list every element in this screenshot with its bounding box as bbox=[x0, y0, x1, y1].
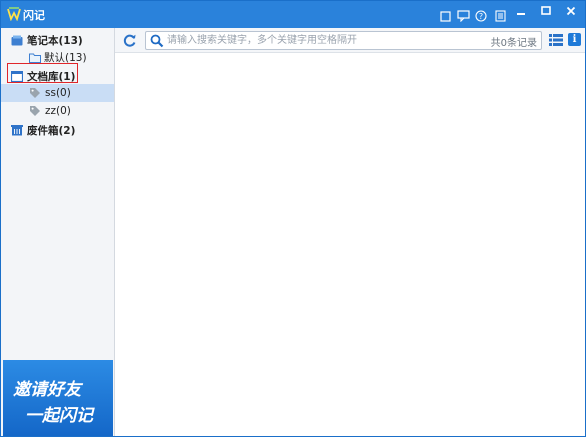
title-bar[interactable]: 闪记 ? bbox=[1, 1, 585, 28]
sidebar-item-notebook[interactable]: 笔记本(13) bbox=[1, 31, 114, 49]
search-icon bbox=[150, 34, 164, 48]
toolbar: 共0条记录 i bbox=[115, 28, 585, 53]
skin-icon[interactable] bbox=[438, 9, 452, 23]
sidebar: 笔记本(13) 默认(13) 文档库(1) ss(0) zz(0) 废件箱(2)… bbox=[1, 28, 115, 436]
info-icon[interactable]: i bbox=[568, 33, 581, 46]
window-title: 闪记 bbox=[23, 9, 45, 22]
list-view-icon[interactable] bbox=[549, 33, 563, 47]
invite-friends-banner[interactable]: 邀请好友 一起闪记 bbox=[3, 360, 113, 436]
sidebar-item-label: ss(0) bbox=[45, 87, 71, 99]
folder-icon bbox=[29, 53, 41, 63]
trash-icon bbox=[11, 125, 23, 136]
sidebar-item-label: zz(0) bbox=[45, 105, 71, 117]
banner-line2: 一起闪记 bbox=[25, 406, 93, 426]
notebook-icon bbox=[11, 35, 23, 45]
menu-icon[interactable] bbox=[493, 9, 507, 23]
sidebar-item-zz[interactable]: zz(0) bbox=[1, 102, 114, 120]
note-list-area[interactable] bbox=[115, 53, 585, 436]
refresh-icon[interactable] bbox=[122, 33, 137, 48]
banner-line1: 邀请好友 bbox=[13, 380, 81, 400]
app-logo-icon bbox=[7, 7, 21, 21]
selection-highlight-box bbox=[7, 63, 78, 83]
sidebar-item-label: 笔记本(13) bbox=[27, 34, 83, 47]
search-box[interactable]: 共0条记录 bbox=[145, 31, 542, 50]
tag-icon bbox=[30, 88, 40, 98]
feedback-icon[interactable] bbox=[456, 9, 470, 23]
help-icon[interactable]: ? bbox=[474, 9, 488, 23]
app-window: 闪记 ? 笔记本(13) 默认(13) 文档库(1) ss(0) zz(0) 废… bbox=[0, 0, 586, 437]
record-count: 共0条记录 bbox=[490, 38, 537, 49]
minimize-icon[interactable] bbox=[507, 1, 535, 21]
svg-text:?: ? bbox=[479, 12, 483, 21]
sidebar-item-label: 废件箱(2) bbox=[27, 124, 76, 137]
maximize-icon[interactable] bbox=[532, 1, 560, 21]
info-label: i bbox=[572, 34, 577, 45]
search-input[interactable] bbox=[167, 33, 467, 48]
close-icon[interactable] bbox=[557, 1, 585, 21]
sidebar-item-ss[interactable]: ss(0) bbox=[1, 84, 114, 102]
main-panel: 共0条记录 i bbox=[115, 28, 585, 436]
tag-icon bbox=[30, 106, 40, 116]
sidebar-item-trash[interactable]: 废件箱(2) bbox=[1, 121, 114, 139]
